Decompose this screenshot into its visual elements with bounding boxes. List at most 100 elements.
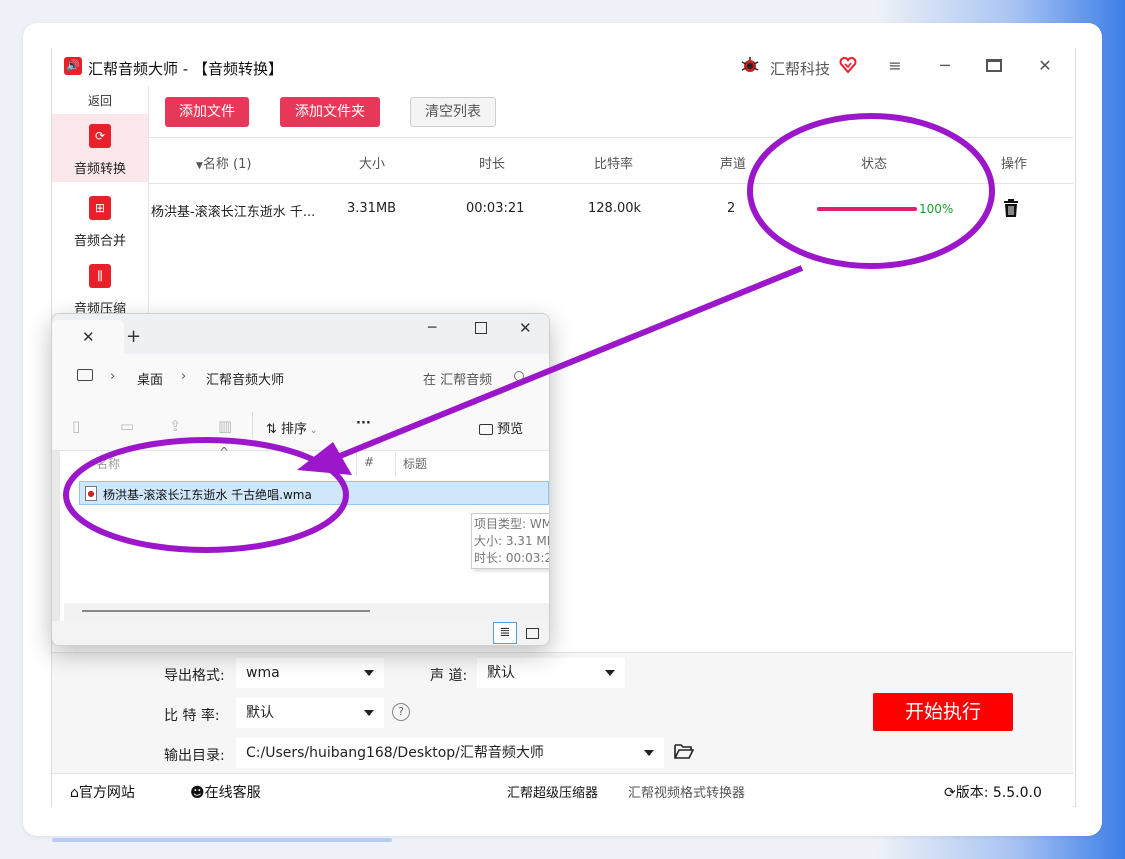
website-label: 官方网站 <box>78 785 135 801</box>
row-file-size: 3.31MB <box>347 201 397 216</box>
row-duration: 00:03:21 <box>466 201 525 216</box>
clear-list-button[interactable]: 清空列表 <box>410 97 496 127</box>
search-icon <box>514 371 524 381</box>
sort-button[interactable]: ⇅ 排序 ⌄ <box>266 418 317 437</box>
trash-icon[interactable] <box>1002 198 1020 218</box>
computer-icon[interactable] <box>77 369 93 381</box>
breadcrumb-desktop[interactable]: 桌面 <box>137 369 163 388</box>
explorer-window: ✕ + ─ ✕ › 桌面 › 汇帮音频大师 在 汇帮音频 ▯ ▭ ⇪ ▥ ⇅ 排… <box>51 313 550 646</box>
website-link[interactable]: ⌂官方网站 <box>70 782 135 802</box>
maximize-icon[interactable] <box>986 59 1002 72</box>
support-link[interactable]: ☻在线客服 <box>190 782 261 802</box>
add-folder-button[interactable]: 添加文件夹 <box>280 97 380 127</box>
row-file-name[interactable]: 杨洪基-滚滚长江东逝水 千... <box>151 201 315 220</box>
channel-value: 默认 <box>487 665 515 681</box>
progress-percent: 100% <box>919 202 954 216</box>
more-options-button[interactable]: ··· <box>356 416 371 431</box>
refresh-icon: ⟳ <box>944 785 956 801</box>
format-select[interactable]: wma <box>236 658 384 688</box>
new-tab-button[interactable]: + <box>126 326 141 347</box>
back-button[interactable]: 返回 <box>52 92 148 109</box>
column-header-name[interactable]: ▼名称 (1) <box>196 153 251 172</box>
table-top-divider <box>149 137 1073 138</box>
file-row[interactable]: ● 杨洪基-滚滚长江东逝水 千古绝唱.wma <box>79 481 549 505</box>
chevron-right-icon: › <box>181 369 187 384</box>
user-icon: ☻ <box>190 785 205 801</box>
search-input[interactable]: 在 汇帮音频 <box>423 369 495 388</box>
chevron-down-icon <box>364 710 374 716</box>
column-header-bitrate[interactable]: 比特率 <box>594 153 633 172</box>
tab-close-icon[interactable]: ✕ <box>82 328 95 346</box>
chevron-down-icon <box>644 750 654 756</box>
column-divider <box>395 452 396 476</box>
column-divider <box>356 452 357 476</box>
horizontal-scrollbar[interactable] <box>64 603 549 621</box>
column-header-title[interactable]: 标题 <box>403 455 427 472</box>
file-name: 杨洪基-滚滚长江东逝水 千古绝唱.wma <box>103 488 312 502</box>
channel-select[interactable]: 默认 <box>477 658 625 688</box>
details-view-icon[interactable]: ≣ <box>493 622 517 644</box>
scrollbar-thumb[interactable] <box>82 610 370 612</box>
share-icon[interactable]: ⇪ <box>169 417 182 435</box>
start-button[interactable]: 开始执行 <box>873 693 1013 731</box>
help-icon[interactable]: ? <box>392 703 410 721</box>
explorer-status-bar <box>52 621 549 645</box>
chevron-right-icon: › <box>110 369 116 384</box>
row-channels: 2 <box>727 201 736 216</box>
output-dir-select[interactable]: C:/Users/huibang168/Desktop/汇帮音频大师 <box>236 738 664 768</box>
video-converter-link[interactable]: 汇帮视频格式转换器 <box>628 782 745 801</box>
bitrate-value: 默认 <box>246 705 274 721</box>
file-tooltip: 项目类型: WMA 文件 大小: 3.31 MB 时长: 00:03:21 <box>471 513 549 569</box>
column-header-duration[interactable]: 时长 <box>479 153 505 172</box>
chevron-down-icon <box>364 670 374 676</box>
progress-bar <box>817 207 917 211</box>
preview-button[interactable]: 预览 <box>479 418 523 437</box>
explorer-close-icon[interactable]: ✕ <box>519 319 532 337</box>
column-header-action: 操作 <box>1001 157 1028 172</box>
title-section: 【音频转换】 <box>192 60 283 78</box>
output-dir-value: C:/Users/huibang168/Desktop/汇帮音频大师 <box>246 745 544 761</box>
bitrate-label: 比 特 率: <box>164 708 220 724</box>
heart-icon[interactable] <box>838 55 858 75</box>
column-header-status[interactable]: 状态 <box>861 153 887 172</box>
compressor-link[interactable]: 汇帮超级压缩器 <box>507 782 598 801</box>
tiles-view-icon[interactable] <box>526 628 539 639</box>
support-label: 在线客服 <box>204 785 261 801</box>
paste-icon[interactable]: ▯ <box>72 417 80 435</box>
sidebar-item-label: 音频合并 <box>73 234 126 249</box>
row-bitrate: 128.00k <box>588 201 642 216</box>
tooltip-type: 项目类型: WMA 文件 <box>474 517 549 531</box>
explorer-minimize-icon[interactable]: ─ <box>428 320 436 336</box>
menu-icon[interactable]: ≡ <box>882 56 908 76</box>
merge-icon: ⊞ <box>89 196 111 220</box>
delete-icon[interactable]: ▥ <box>218 417 232 435</box>
table-header-divider <box>149 183 1073 184</box>
minimize-icon[interactable]: ─ <box>932 56 958 76</box>
preview-icon <box>479 424 493 435</box>
explorer-maximize-icon[interactable] <box>475 322 487 334</box>
nav-pane-edge <box>52 451 60 621</box>
column-header-size[interactable]: 大小 <box>359 153 385 172</box>
sort-icon: ⇅ <box>266 422 282 437</box>
folder-open-icon[interactable] <box>674 742 694 760</box>
column-header-label: 名称 (1) <box>202 157 252 172</box>
rename-icon[interactable]: ▭ <box>120 417 134 435</box>
sidebar-item-audio-convert[interactable]: ⟳ 音频转换 <box>52 114 148 182</box>
tooltip-duration: 时长: 00:03:21 <box>474 551 549 565</box>
column-header-name[interactable]: 名称 <box>96 455 120 472</box>
bitrate-select[interactable]: 默认 <box>236 698 384 728</box>
sort-caret-icon: ^ <box>219 445 230 459</box>
channel-label: 声 道: <box>430 668 468 684</box>
brand-name: 汇帮科技 <box>770 60 831 78</box>
convert-icon: ⟳ <box>89 124 111 148</box>
breadcrumb-folder[interactable]: 汇帮音频大师 <box>206 369 284 388</box>
bottom-accent-bar <box>52 838 392 842</box>
home-icon: ⌂ <box>70 785 79 801</box>
sidebar-item-audio-merge[interactable]: ⊞ 音频合并 <box>52 186 148 254</box>
column-header-channels[interactable]: 声道 <box>720 153 746 172</box>
sidebar-item-audio-compress[interactable]: ⫼ 音频压缩 <box>52 254 148 322</box>
chevron-down-icon <box>605 670 615 676</box>
column-header-number[interactable]: # <box>364 455 374 469</box>
close-icon[interactable]: ✕ <box>1032 56 1058 76</box>
add-file-button[interactable]: 添加文件 <box>165 97 249 127</box>
